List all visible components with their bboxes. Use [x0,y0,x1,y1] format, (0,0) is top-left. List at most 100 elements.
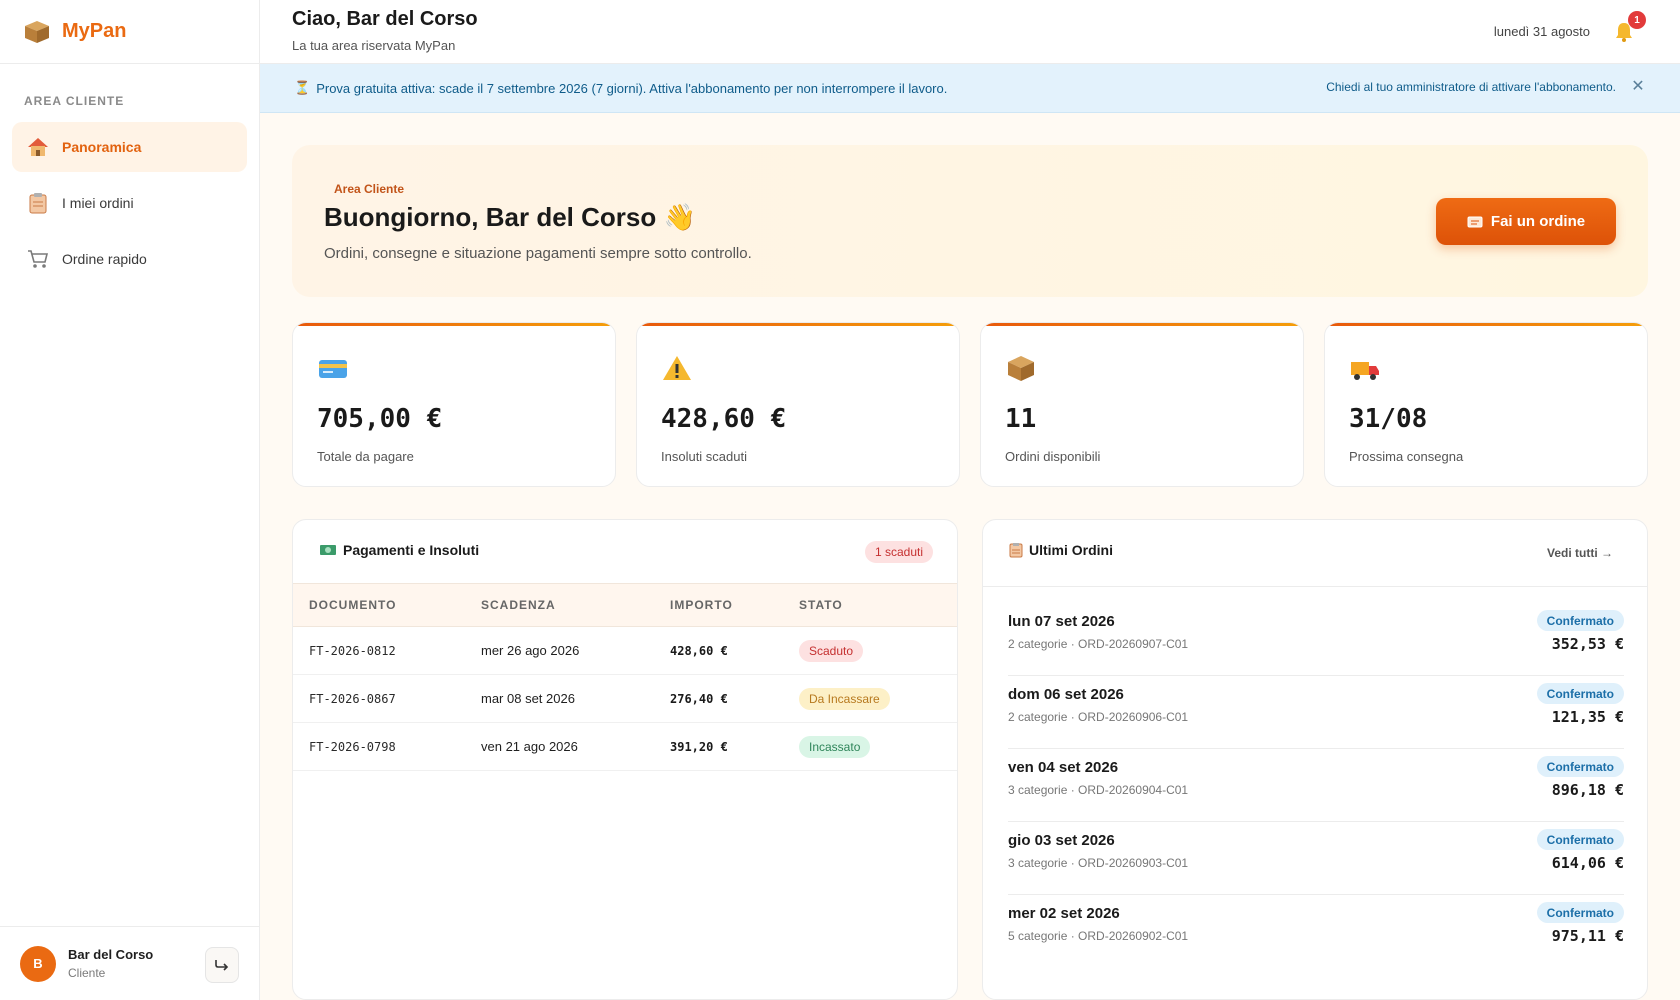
column-header: IMPORTO [670,598,733,612]
order-meta: 3 categorie · ORD-20260904-C01 [1008,783,1189,797]
payments-title-text: Pagamenti e Insoluti [343,542,480,558]
list-item[interactable]: ven 04 set 2026 3 categorie · ORD-202609… [1008,749,1624,822]
order-amount: 896,18 € [1551,781,1624,799]
sidebar-item-label: I miei ordini [62,195,134,211]
order-date: ven 04 set 2026 [1008,759,1119,776]
nav-section-label: AREA CLIENTE [24,94,125,108]
hero-title: Buongiorno, Bar del Corso 👋 [324,202,696,232]
sidebar-item-ordine-rapido[interactable]: Ordine rapido [12,234,247,284]
stat-value: 428,60 € [661,404,787,434]
orders-panel: Ultimi Ordini Vedi tutti → lun 07 set 20… [982,519,1648,1000]
cart-icon [26,248,50,270]
sidebar: MyPan AREA CLIENTE Panoramica I miei ord… [0,0,260,1000]
stat-card-consegna: 31/08 Prossima consegna [1324,322,1648,487]
stat-value: 11 [1005,404,1037,434]
due-date: ven 21 ago 2026 [481,739,578,754]
top-bar: Ciao, Bar del Corso La tua area riservat… [260,0,1680,64]
payments-title: Pagamenti e Insoluti [319,542,479,558]
order-meta: 2 categorie · ORD-20260906-C01 [1008,710,1189,724]
table-row[interactable]: FT-2026-0812 mer 26 ago 2026 428,60 € Sc… [293,627,957,675]
column-header: DOCUMENTO [309,598,397,612]
page-title: Ciao, Bar del Corso [292,8,478,30]
overdue-count-badge: 1 scaduti [864,541,933,563]
payments-panel: Pagamenti e Insoluti 1 scaduti DOCUMENTO… [292,519,958,1000]
clipboard-icon [26,192,50,214]
table-row[interactable]: FT-2026-0867 mar 08 set 2026 276,40 € Da… [293,675,957,723]
stat-value: 705,00 € [317,404,443,434]
order-meta: 5 categorie · ORD-20260902-C01 [1008,929,1189,943]
orders-title: Ultimi Ordini [1009,542,1113,558]
user-profile: B Bar del Corso Cliente [0,926,259,1000]
new-order-button[interactable]: Fai un ordine [1436,198,1616,245]
page-subtitle: La tua area riservata MyPan [292,38,456,53]
status-badge: Incassato [799,735,871,758]
stat-card-ordini: 11 Ordini disponibili [980,322,1304,487]
order-meta: 2 categorie · ORD-20260907-C01 [1008,637,1189,651]
status-badge: Scaduto [799,639,864,662]
app-name: MyPan [62,20,127,42]
logout-button[interactable] [205,947,239,983]
stat-card-insoluti: 428,60 € Insoluti scaduti [636,322,960,487]
stat-label: Totale da pagare [317,449,414,464]
order-amount: 352,53 € [1551,635,1624,653]
column-header: STATO [799,598,843,612]
view-all-link[interactable]: Vedi tutti → [1547,546,1613,560]
notification-count-badge: 1 [1628,11,1646,29]
user-name: Bar del Corso [68,947,154,962]
sidebar-item-panoramica[interactable]: Panoramica [12,122,247,172]
order-amount: 975,11 € [1551,927,1624,945]
due-date: mer 26 ago 2026 [481,643,580,658]
stat-label: Insoluti scaduti [661,449,747,464]
new-order-label: Fai un ordine [1490,213,1586,230]
logout-icon [215,960,229,971]
amount: 391,20 € [670,739,728,754]
order-date: lun 07 set 2026 [1008,613,1115,630]
list-item[interactable]: mer 02 set 2026 5 categorie · ORD-202609… [1008,895,1624,968]
payments-table-header: DOCUMENTO SCADENZA IMPORTO STATO [293,583,957,627]
close-icon[interactable]: ✕ [1630,79,1646,95]
stat-value: 31/08 [1349,404,1428,434]
current-date: lunedì 31 agosto [1493,24,1590,39]
amount: 276,40 € [670,691,728,706]
column-header: SCADENZA [481,598,556,612]
box-icon [25,20,49,43]
clipboard-icon [1009,543,1023,558]
package-icon [1008,356,1034,381]
status-badge: Confermato [1536,756,1624,777]
user-role: Cliente [68,966,106,980]
trial-action-text: Chiedi al tuo amministratore di attivare… [1326,80,1616,94]
avatar: B [20,945,56,982]
hero-tag: Area Cliente [334,182,405,196]
status-badge: Confermato [1536,683,1624,704]
list-item[interactable]: dom 06 set 2026 2 categorie · ORD-202609… [1008,676,1624,749]
money-icon [320,545,336,555]
divider [983,586,1647,587]
stat-card-totale: 705,00 € Totale da pagare [292,322,616,487]
table-row[interactable]: FT-2026-0798 ven 21 ago 2026 391,20 € In… [293,723,957,771]
order-date: gio 03 set 2026 [1008,832,1115,849]
status-badge: Confermato [1536,902,1624,923]
list-item[interactable]: lun 07 set 2026 2 categorie · ORD-202609… [1008,603,1624,676]
document-number: FT-2026-0867 [309,691,396,706]
order-date: mer 02 set 2026 [1008,905,1120,922]
document-number: FT-2026-0798 [309,739,396,754]
hourglass-icon: ⏳ [294,80,311,95]
order-amount: 121,35 € [1551,708,1624,726]
house-icon [26,136,50,158]
hero-subtitle: Ordini, consegne e situazione pagamenti … [324,245,752,262]
trial-banner: ⏳ Prova gratuita attiva: scade il 7 sett… [260,64,1680,113]
amount: 428,60 € [670,643,728,658]
order-amount: 614,06 € [1551,854,1624,872]
order-date: dom 06 set 2026 [1008,686,1124,703]
trial-message: Prova gratuita attiva: scade il 7 settem… [316,80,948,96]
logo[interactable]: MyPan [0,0,259,64]
welcome-hero: Area Cliente Buongiorno, Bar del Corso 👋… [292,145,1648,297]
order-meta: 3 categorie · ORD-20260903-C01 [1008,856,1189,870]
status-badge: Confermato [1536,610,1624,631]
list-item[interactable]: gio 03 set 2026 3 categorie · ORD-202609… [1008,822,1624,895]
truck-icon [1351,362,1379,380]
sidebar-item-label: Ordine rapido [62,251,147,267]
sidebar-item-ordini[interactable]: I miei ordini [12,178,247,228]
orders-title-text: Ultimi Ordini [1029,542,1113,558]
ticket-icon [1467,216,1483,227]
